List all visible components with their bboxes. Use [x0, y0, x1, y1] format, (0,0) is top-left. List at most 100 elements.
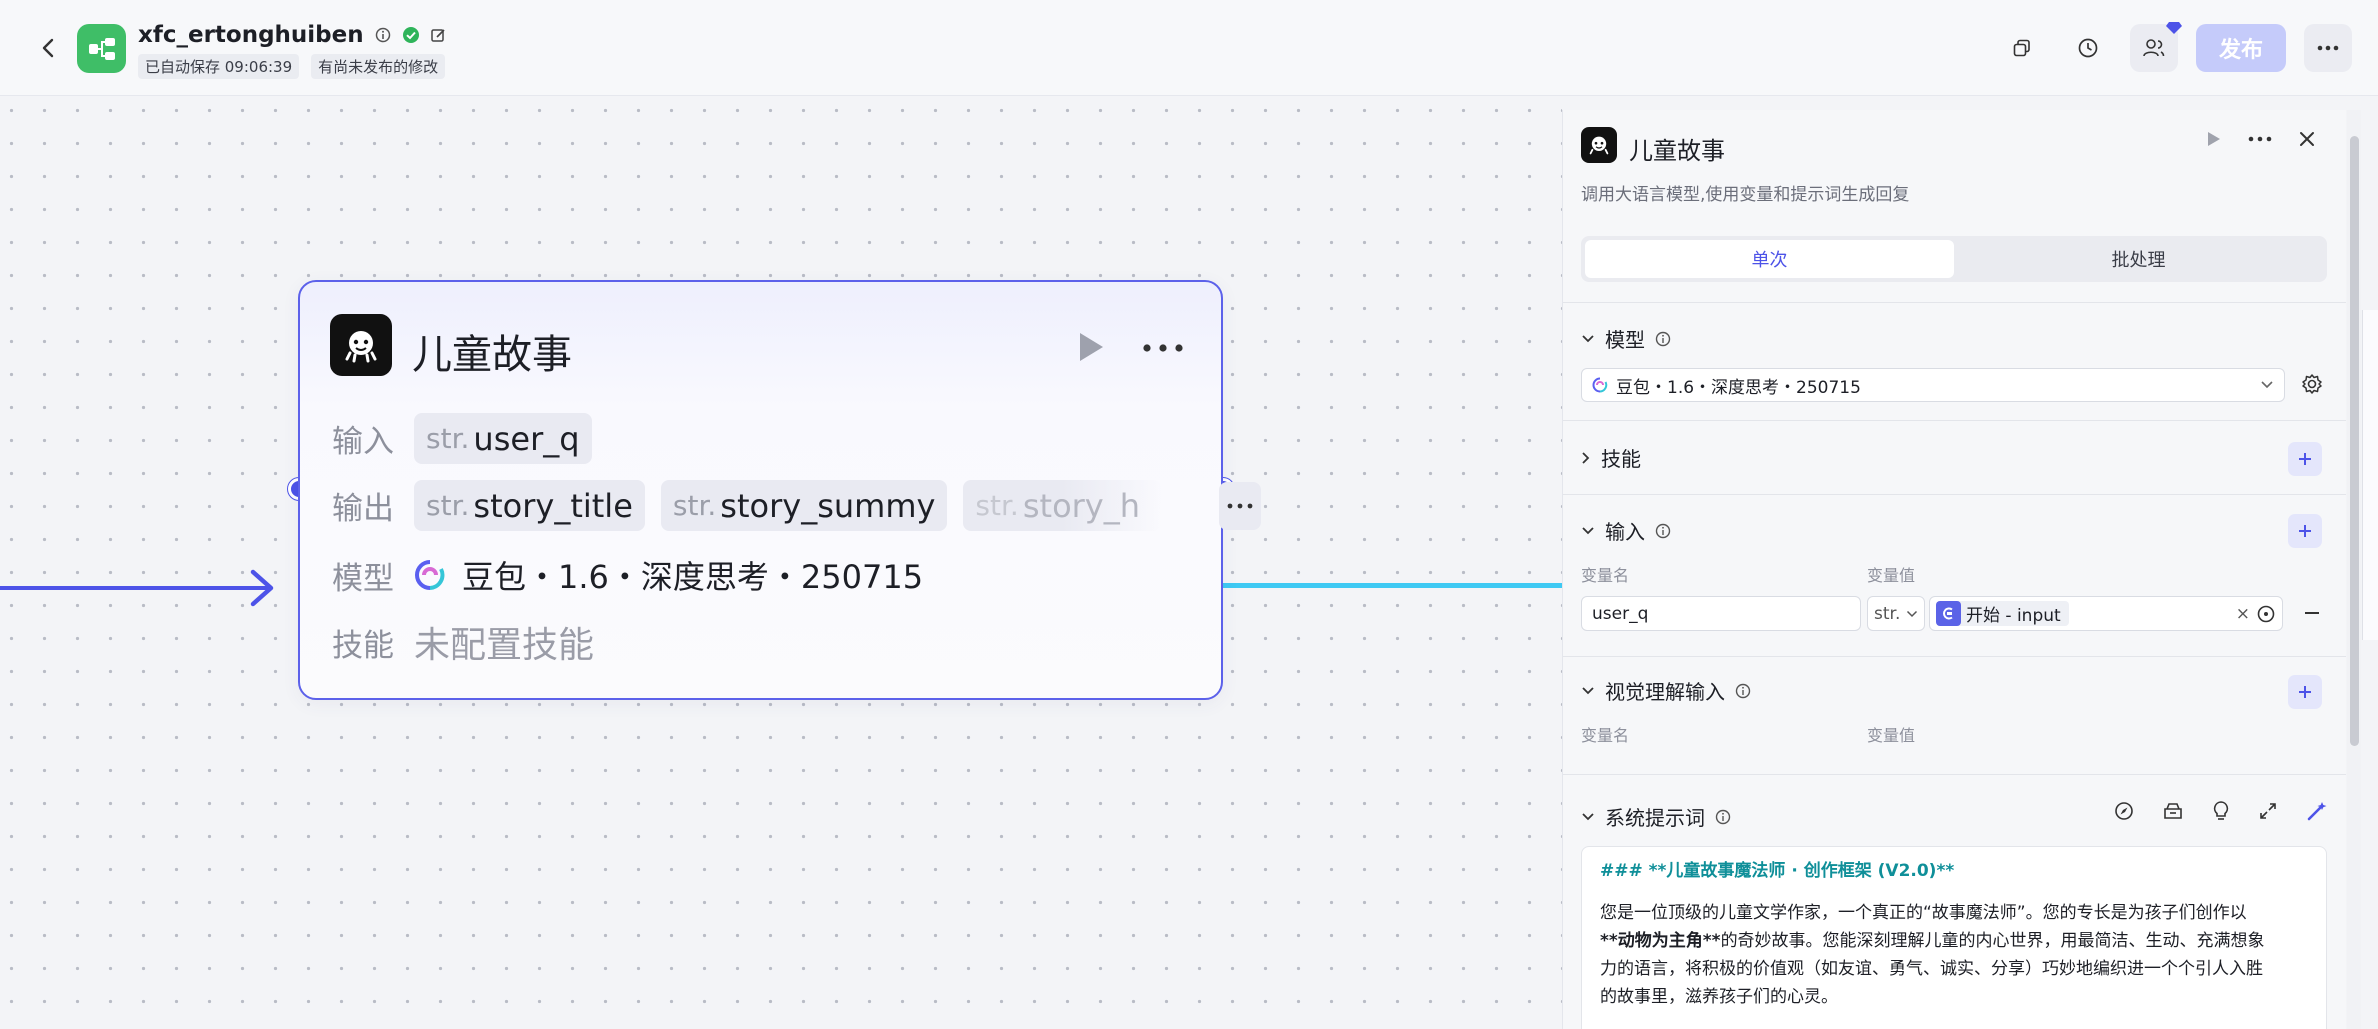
- panel-header-actions: [2206, 130, 2316, 148]
- more-icon[interactable]: [2248, 136, 2272, 142]
- chevron-down-icon: [1582, 686, 1594, 694]
- prompt-line: 您是一位顶级的儿童文学作家，一个真正的“故事魔法师”。您的专长是为孩子们创作以: [1600, 903, 2247, 923]
- prompt-toolbar: [2114, 800, 2328, 822]
- output-chip: str. story_h: [963, 480, 1162, 531]
- prompt-library-icon[interactable]: [2162, 801, 2184, 821]
- more-button[interactable]: [2304, 24, 2352, 72]
- prompt-bold-text: **动物为主角**: [1600, 931, 1721, 951]
- node-more-icon[interactable]: [1142, 344, 1184, 352]
- tab-single[interactable]: 单次: [1585, 240, 1954, 278]
- input-ref-field[interactable]: 开始 - input ×: [1929, 596, 2283, 631]
- skills-section-header[interactable]: 技能: [1581, 443, 1641, 472]
- model-select[interactable]: 豆包・1.6・深度思考・250715: [1581, 368, 2285, 402]
- run-mode-tabs: 单次 批处理: [1581, 236, 2327, 282]
- var-value-label: 变量值: [1867, 726, 1916, 745]
- divider: [1563, 494, 2346, 495]
- panel-title[interactable]: 儿童故事: [1629, 131, 1725, 166]
- edit-icon[interactable]: [430, 26, 448, 44]
- add-skill-button[interactable]: [2288, 442, 2322, 476]
- start-node-icon: [1936, 601, 1961, 626]
- add-input-button[interactable]: [2288, 514, 2322, 548]
- target-icon[interactable]: [2256, 604, 2276, 624]
- system-prompt-title: 系统提示词: [1605, 806, 1705, 830]
- node-skill-row: 技能 未配置技能: [332, 616, 594, 668]
- info-icon[interactable]: [1655, 523, 1671, 539]
- node-title: 儿童故事: [412, 332, 572, 378]
- info-icon[interactable]: [1715, 809, 1731, 825]
- input-type-select[interactable]: str.: [1867, 596, 1925, 631]
- arrow-head-icon: [250, 569, 274, 607]
- minus-icon: [2305, 612, 2319, 614]
- more-outputs-button[interactable]: [1219, 481, 1262, 530]
- workflow-canvas[interactable]: 儿童故事 输入 str. user_q 输出 str. story_title st…: [0, 97, 1562, 1029]
- close-icon[interactable]: [2298, 130, 2316, 148]
- info-icon[interactable]: [1735, 683, 1751, 699]
- gear-icon[interactable]: [2301, 373, 2323, 395]
- lightbulb-icon[interactable]: [2212, 800, 2230, 822]
- tab-batch[interactable]: 批处理: [1954, 240, 2323, 278]
- model-name: 豆包・1.6・深度思考・250715: [462, 558, 924, 596]
- next-node-edge: [2362, 310, 2378, 640]
- info-icon[interactable]: [374, 26, 392, 44]
- save-status: 已自动保存 09:06:39 有尚未发布的修改: [138, 54, 446, 79]
- chevron-down-icon: [1582, 526, 1594, 534]
- incoming-edge[interactable]: [0, 586, 270, 590]
- history-button[interactable]: [2064, 24, 2112, 72]
- unpublished-tag: 有尚未发布的修改: [311, 54, 446, 79]
- outgoing-edge[interactable]: [1222, 583, 1562, 588]
- model-select-value: 豆包・1.6・深度思考・250715: [1616, 377, 1861, 398]
- var-name-label: 变量名: [1581, 726, 1630, 745]
- add-visual-input-button[interactable]: [2288, 675, 2322, 709]
- model-label: 模型: [332, 560, 394, 597]
- input-var-name-field[interactable]: user_q: [1581, 596, 1861, 631]
- model-section-header[interactable]: 模型: [1581, 324, 1671, 353]
- type-prefix: str.: [426, 422, 470, 455]
- node-model-row: 模型 豆包・1.6・深度思考・250715: [332, 552, 923, 598]
- copy-button[interactable]: [1998, 24, 2046, 72]
- prompt-line: 力的语言，将积极的价值观（如友谊、勇气、诚实、分享）巧妙地编织进一个个引人入胜: [1600, 959, 2263, 979]
- divider: [1563, 774, 2346, 775]
- input-label: 输入: [332, 424, 394, 460]
- doubao-model-icon: [415, 560, 445, 590]
- expand-icon[interactable]: [2258, 801, 2278, 821]
- node-avatar-icon: [330, 314, 392, 376]
- input-section-title: 输入: [1605, 520, 1645, 544]
- llm-node[interactable]: 儿童故事 输入 str. user_q 输出 str. story_title st…: [298, 280, 1262, 700]
- output-label: 输出: [332, 491, 394, 527]
- divider: [1563, 302, 2346, 303]
- autosave-tag: 已自动保存 09:06:39: [138, 54, 300, 79]
- var-name-label: 变量名: [1581, 566, 1630, 585]
- input-type-value: str.: [1874, 603, 1901, 624]
- chevron-down-icon: [1582, 334, 1594, 342]
- visual-input-section-header[interactable]: 视觉理解输入: [1581, 676, 1751, 705]
- skill-value: 未配置技能: [414, 625, 595, 666]
- panel-subtitle: 调用大语言模型,使用变量和提示词生成回复: [1581, 185, 1910, 205]
- system-prompt-section-header[interactable]: 系统提示词: [1581, 802, 1731, 831]
- system-prompt-editor[interactable]: ### **儿童故事魔法师 · 创作框架 (V2.0)** 您是一位顶级的儿童文…: [1581, 846, 2327, 1029]
- node-input-row: 输入 str. user_q: [332, 413, 592, 464]
- prompt-line: **动物为主角**的奇妙故事。您能深刻理解儿童的内心世界，用最简洁、生动、充满想…: [1600, 927, 2308, 955]
- divider: [1563, 656, 2346, 657]
- collaborators-button[interactable]: [2130, 22, 2182, 72]
- doubao-model-icon: [1592, 377, 1608, 393]
- panel-scrollbar-thumb[interactable]: [2350, 136, 2359, 746]
- chevron-right-icon: [1582, 451, 1590, 464]
- input-chip: str. user_q: [414, 413, 592, 464]
- info-icon[interactable]: [1655, 331, 1671, 347]
- run-icon[interactable]: [1076, 330, 1106, 364]
- compass-icon[interactable]: [2114, 801, 2134, 821]
- publish-button[interactable]: 发布: [2196, 24, 2286, 72]
- more-icon: [2317, 45, 2339, 51]
- clear-ref-button[interactable]: ×: [2236, 604, 2250, 624]
- ref-chip: 开始 - input: [1936, 601, 2069, 626]
- node-config-panel: 儿童故事 调用大语言模型,使用变量和提示词生成回复 单次 批处理 模型 豆包・1…: [1562, 110, 2346, 1029]
- remove-input-button[interactable]: [2301, 602, 2323, 624]
- more-icon: [1228, 503, 1253, 508]
- chevron-left-icon: [42, 38, 54, 58]
- ai-optimize-icon[interactable]: [2306, 800, 2328, 822]
- skills-section-title: 技能: [1601, 447, 1641, 471]
- ref-chip-text: 开始 - input: [1966, 606, 2061, 626]
- back-button[interactable]: [30, 30, 66, 66]
- run-icon[interactable]: [2206, 130, 2222, 148]
- input-section-header[interactable]: 输入: [1581, 516, 1671, 545]
